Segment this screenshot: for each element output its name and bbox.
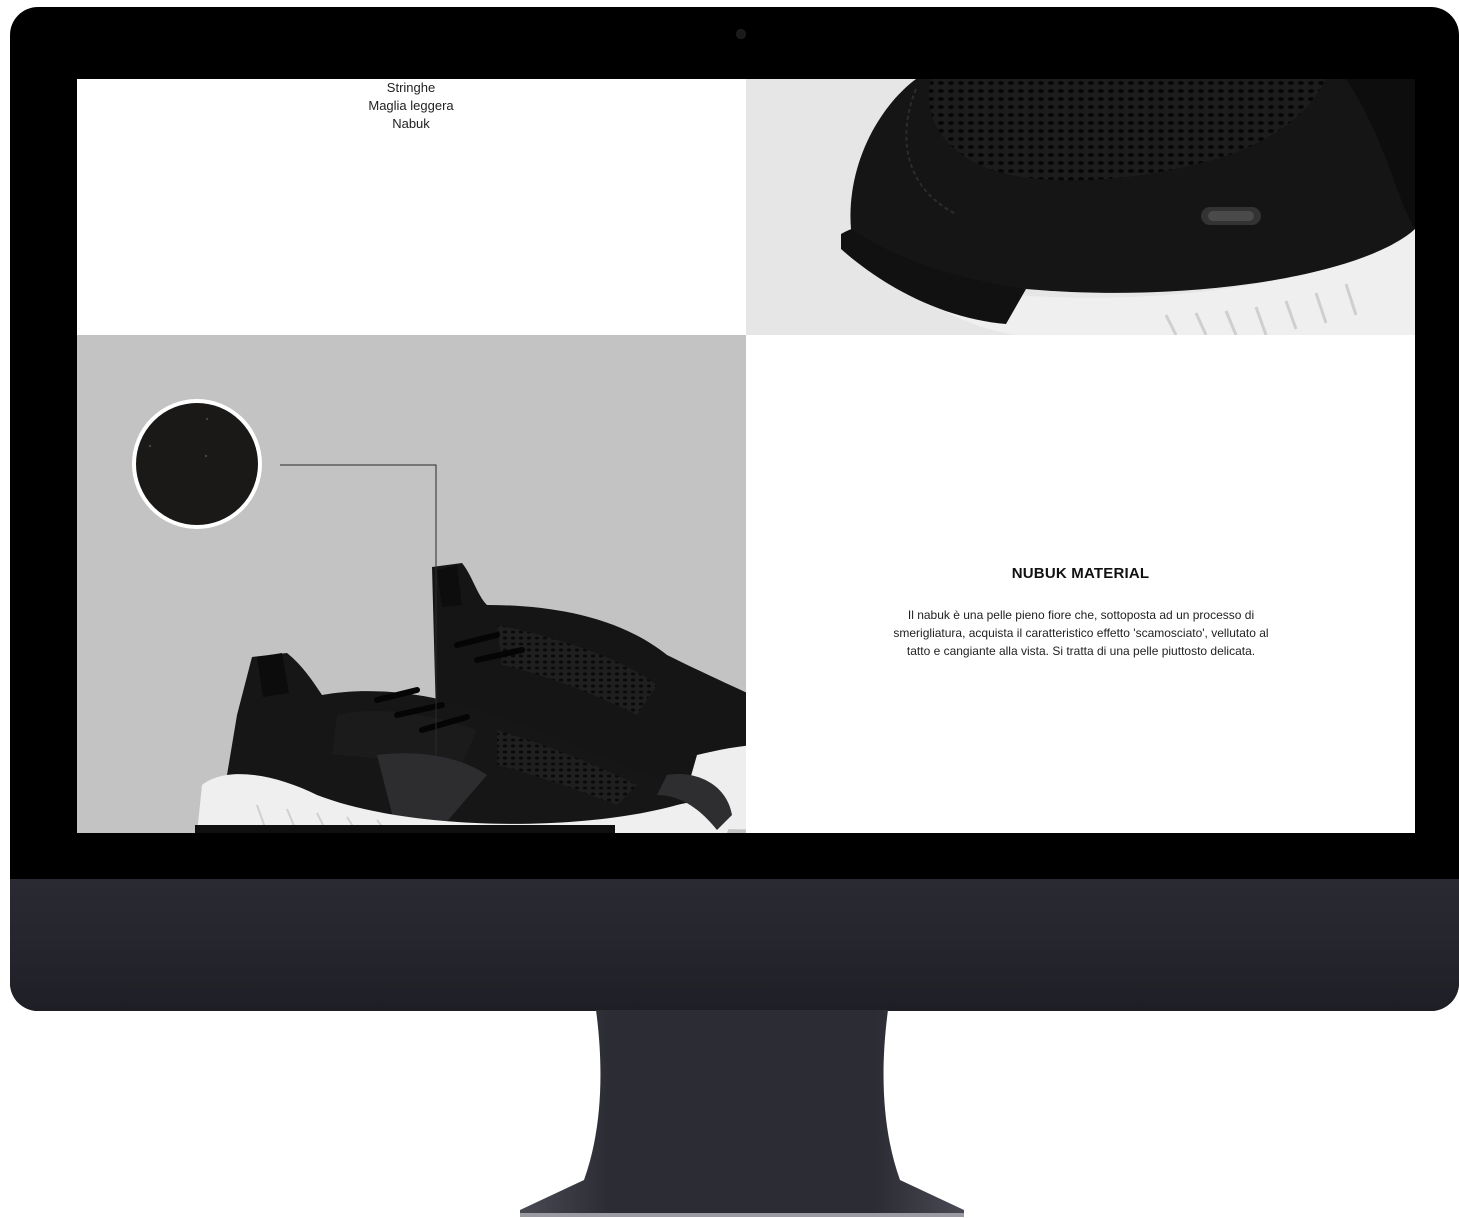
feature-item: Maglia leggera xyxy=(368,98,454,113)
features-panel: Stringhe Maglia leggera Nabuk xyxy=(77,79,746,335)
material-title: NUBUK MATERIAL xyxy=(1011,565,1150,582)
monitor-stand xyxy=(520,1010,964,1217)
page: Stringhe Maglia leggera Nabuk NUBUK MATE… xyxy=(0,0,1459,1218)
material-description: Il nabuk è una pelle pieno fiore che, so… xyxy=(893,608,1269,658)
camera-dot xyxy=(737,30,745,38)
screen: Stringhe Maglia leggera Nabuk NUBUK MATE… xyxy=(77,79,1415,833)
shoe-closeup-panel xyxy=(746,79,1415,335)
feature-item: Nabuk xyxy=(392,116,430,131)
monitor-chin xyxy=(10,879,1459,1011)
material-info-panel: NUBUK MATERIAL Il nabuk è una pelle pien… xyxy=(746,335,1415,833)
feature-item: Stringhe xyxy=(386,80,436,95)
material-zoom-circle xyxy=(132,399,262,529)
features-list: Stringhe Maglia leggera Nabuk xyxy=(311,79,511,133)
shoe-product-panel xyxy=(77,335,877,833)
shoe-toe-closeup-image xyxy=(841,79,1415,335)
